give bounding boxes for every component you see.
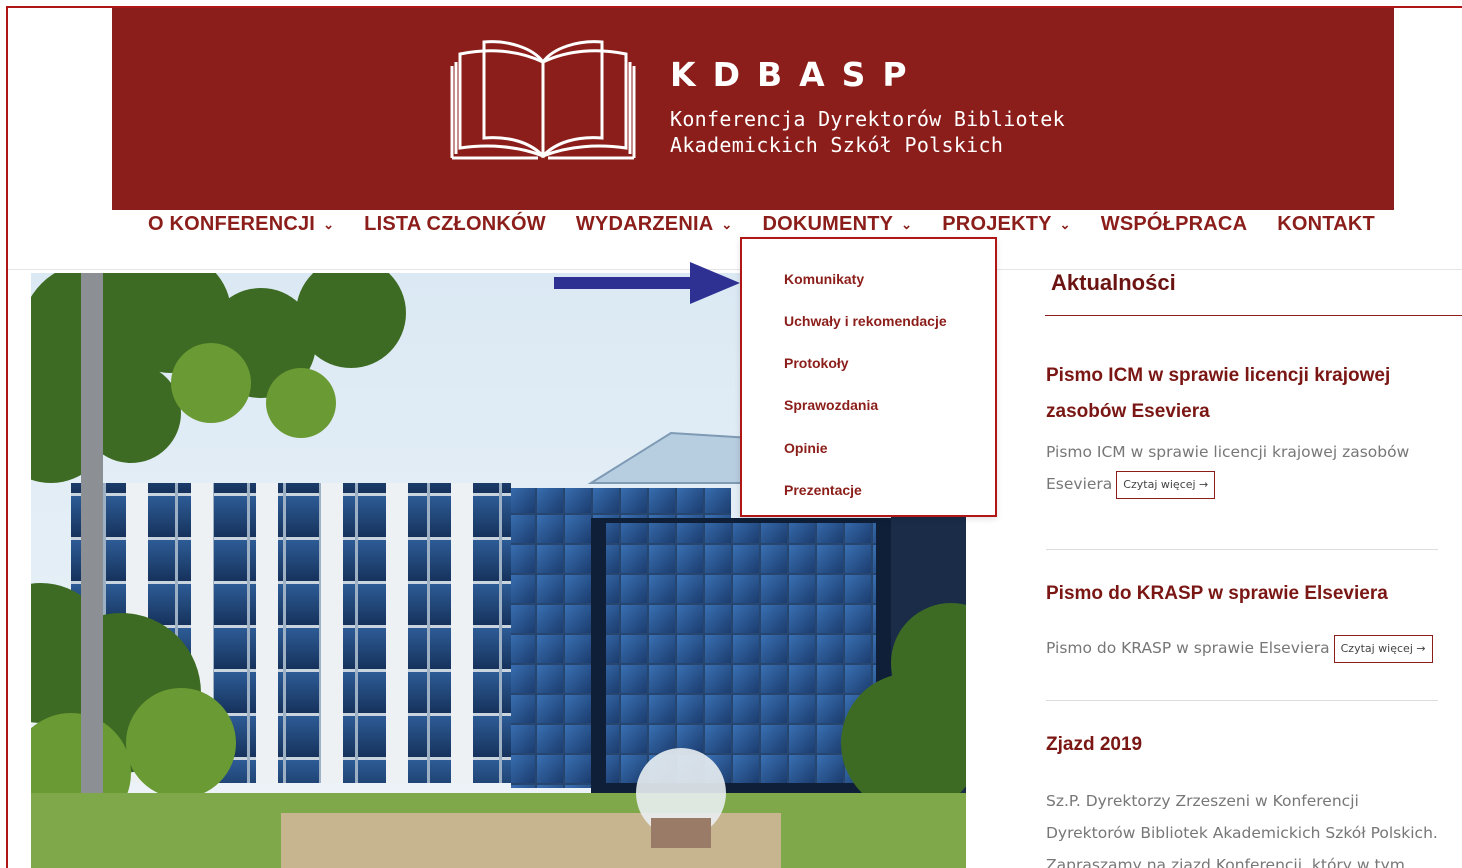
nav-label: DOKUMENTY	[762, 212, 894, 235]
brand: KDBASP Konferencja Dyrektorów Bibliotek …	[670, 56, 1065, 158]
nav-item-lista-czlonkow[interactable]: LISTA CZŁONKÓW	[364, 213, 546, 236]
nav-label: KONTAKT	[1277, 212, 1375, 235]
brand-subtitle-line2: Akademickich Szkół Polskich	[670, 133, 1004, 157]
news-section-title: Aktualności	[1051, 270, 1176, 295]
excerpt-text: Eseviera	[1046, 475, 1113, 493]
excerpt-line1: Pismo ICM w sprawie licencji krajowej za…	[1046, 443, 1410, 461]
main-nav: O KONFERENCJI ⌄ LISTA CZŁONKÓW WYDARZENI…	[148, 208, 1405, 240]
news-post-excerpt: Pismo do KRASP w sprawie Elseviera Czytaj…	[1046, 632, 1438, 664]
header-banner: KDBASP Konferencja Dyrektorów Bibliotek …	[112, 8, 1394, 210]
news-separator	[1046, 549, 1438, 550]
chevron-down-icon: ⌄	[721, 217, 733, 232]
nav-label: LISTA CZŁONKÓW	[364, 212, 546, 235]
news-post-title[interactable]: Pismo ICM w sprawie licencji krajowej za…	[1046, 358, 1438, 430]
news-separator	[1046, 700, 1438, 701]
open-book-icon[interactable]	[448, 38, 638, 164]
chevron-down-icon: ⌄	[323, 217, 335, 232]
nav-item-dokumenty[interactable]: DOKUMENTY ⌄	[762, 213, 912, 236]
dropdown-item-protokoly[interactable]: Protokoły	[784, 355, 849, 371]
news-post-excerpt: Pismo ICM w sprawie licencji krajowej za…	[1046, 436, 1438, 500]
excerpt-line1: Sz.P. Dyrektorzy Zrzeszeni w Konferencji	[1046, 792, 1359, 810]
excerpt-line2: Eseviera Czytaj więcej →	[1046, 468, 1438, 500]
nav-label: WYDARZENIA	[575, 212, 714, 235]
news-post-1: Pismo ICM w sprawie licencji krajowej za…	[1046, 358, 1438, 500]
news-post-3: Zjazd 2019 Sz.P. Dyrektorzy Zrzeszeni w …	[1046, 727, 1438, 868]
brand-subtitle: Konferencja Dyrektorów Bibliotek Akademi…	[670, 106, 1065, 158]
brand-name[interactable]: KDBASP	[670, 56, 1065, 94]
news-post-title-line1[interactable]: Pismo ICM w sprawie licencji krajowej	[1046, 358, 1438, 394]
nav-item-o-konferencji[interactable]: O KONFERENCJI ⌄	[148, 213, 334, 236]
excerpt-line2: Dyrektorów Bibliotek Akademickich Szkół …	[1046, 824, 1438, 842]
dropdown-item-prezentacje[interactable]: Prezentacje	[784, 482, 862, 498]
dropdown-item-opinie[interactable]: Opinie	[784, 440, 828, 456]
nav-item-wydarzenia[interactable]: WYDARZENIA ⌄	[576, 213, 733, 236]
brand-subtitle-line1: Konferencja Dyrektorów Bibliotek	[670, 107, 1065, 131]
arrow-right-icon	[554, 262, 740, 304]
nav-item-kontakt[interactable]: KONTAKT	[1277, 213, 1375, 236]
news-post-title[interactable]: Zjazd 2019	[1046, 727, 1438, 763]
chevron-down-icon: ⌄	[901, 217, 913, 232]
chevron-down-icon: ⌄	[1059, 217, 1071, 232]
news-post-2: Pismo do KRASP w sprawie Elseviera Pismo…	[1046, 576, 1438, 664]
nav-label: O KONFERENCJI	[148, 212, 316, 235]
nav-label: WSPÓŁPRACA	[1100, 212, 1248, 235]
news-post-title[interactable]: Pismo do KRASP w sprawie Elseviera	[1046, 576, 1438, 612]
dropdown-item-sprawozdania[interactable]: Sprawozdania	[784, 397, 878, 413]
excerpt-text: Pismo do KRASP w sprawie Elseviera	[1046, 639, 1330, 657]
dropdown-item-komunikaty[interactable]: Komunikaty	[784, 271, 864, 287]
excerpt-line3: Zapraszamy na zjazd Konferencji, który w…	[1046, 856, 1405, 868]
dokumenty-dropdown-menu: Komunikaty Uchwały i rekomendacje Protok…	[740, 237, 997, 517]
news-post-title-line2[interactable]: zasobów Eseviera	[1046, 394, 1438, 430]
news-title-underline	[1045, 315, 1462, 316]
read-more-button[interactable]: Czytaj więcej →	[1116, 470, 1216, 499]
nav-label: PROJEKTY	[942, 212, 1052, 235]
nav-item-projekty[interactable]: PROJEKTY ⌄	[942, 213, 1071, 236]
nav-item-wspolpraca[interactable]: WSPÓŁPRACA	[1101, 213, 1247, 236]
dropdown-item-uchwaly[interactable]: Uchwały i rekomendacje	[784, 313, 947, 329]
news-post-excerpt: Sz.P. Dyrektorzy Zrzeszeni w Konferencji…	[1046, 785, 1438, 868]
read-more-button[interactable]: Czytaj więcej →	[1333, 634, 1433, 663]
